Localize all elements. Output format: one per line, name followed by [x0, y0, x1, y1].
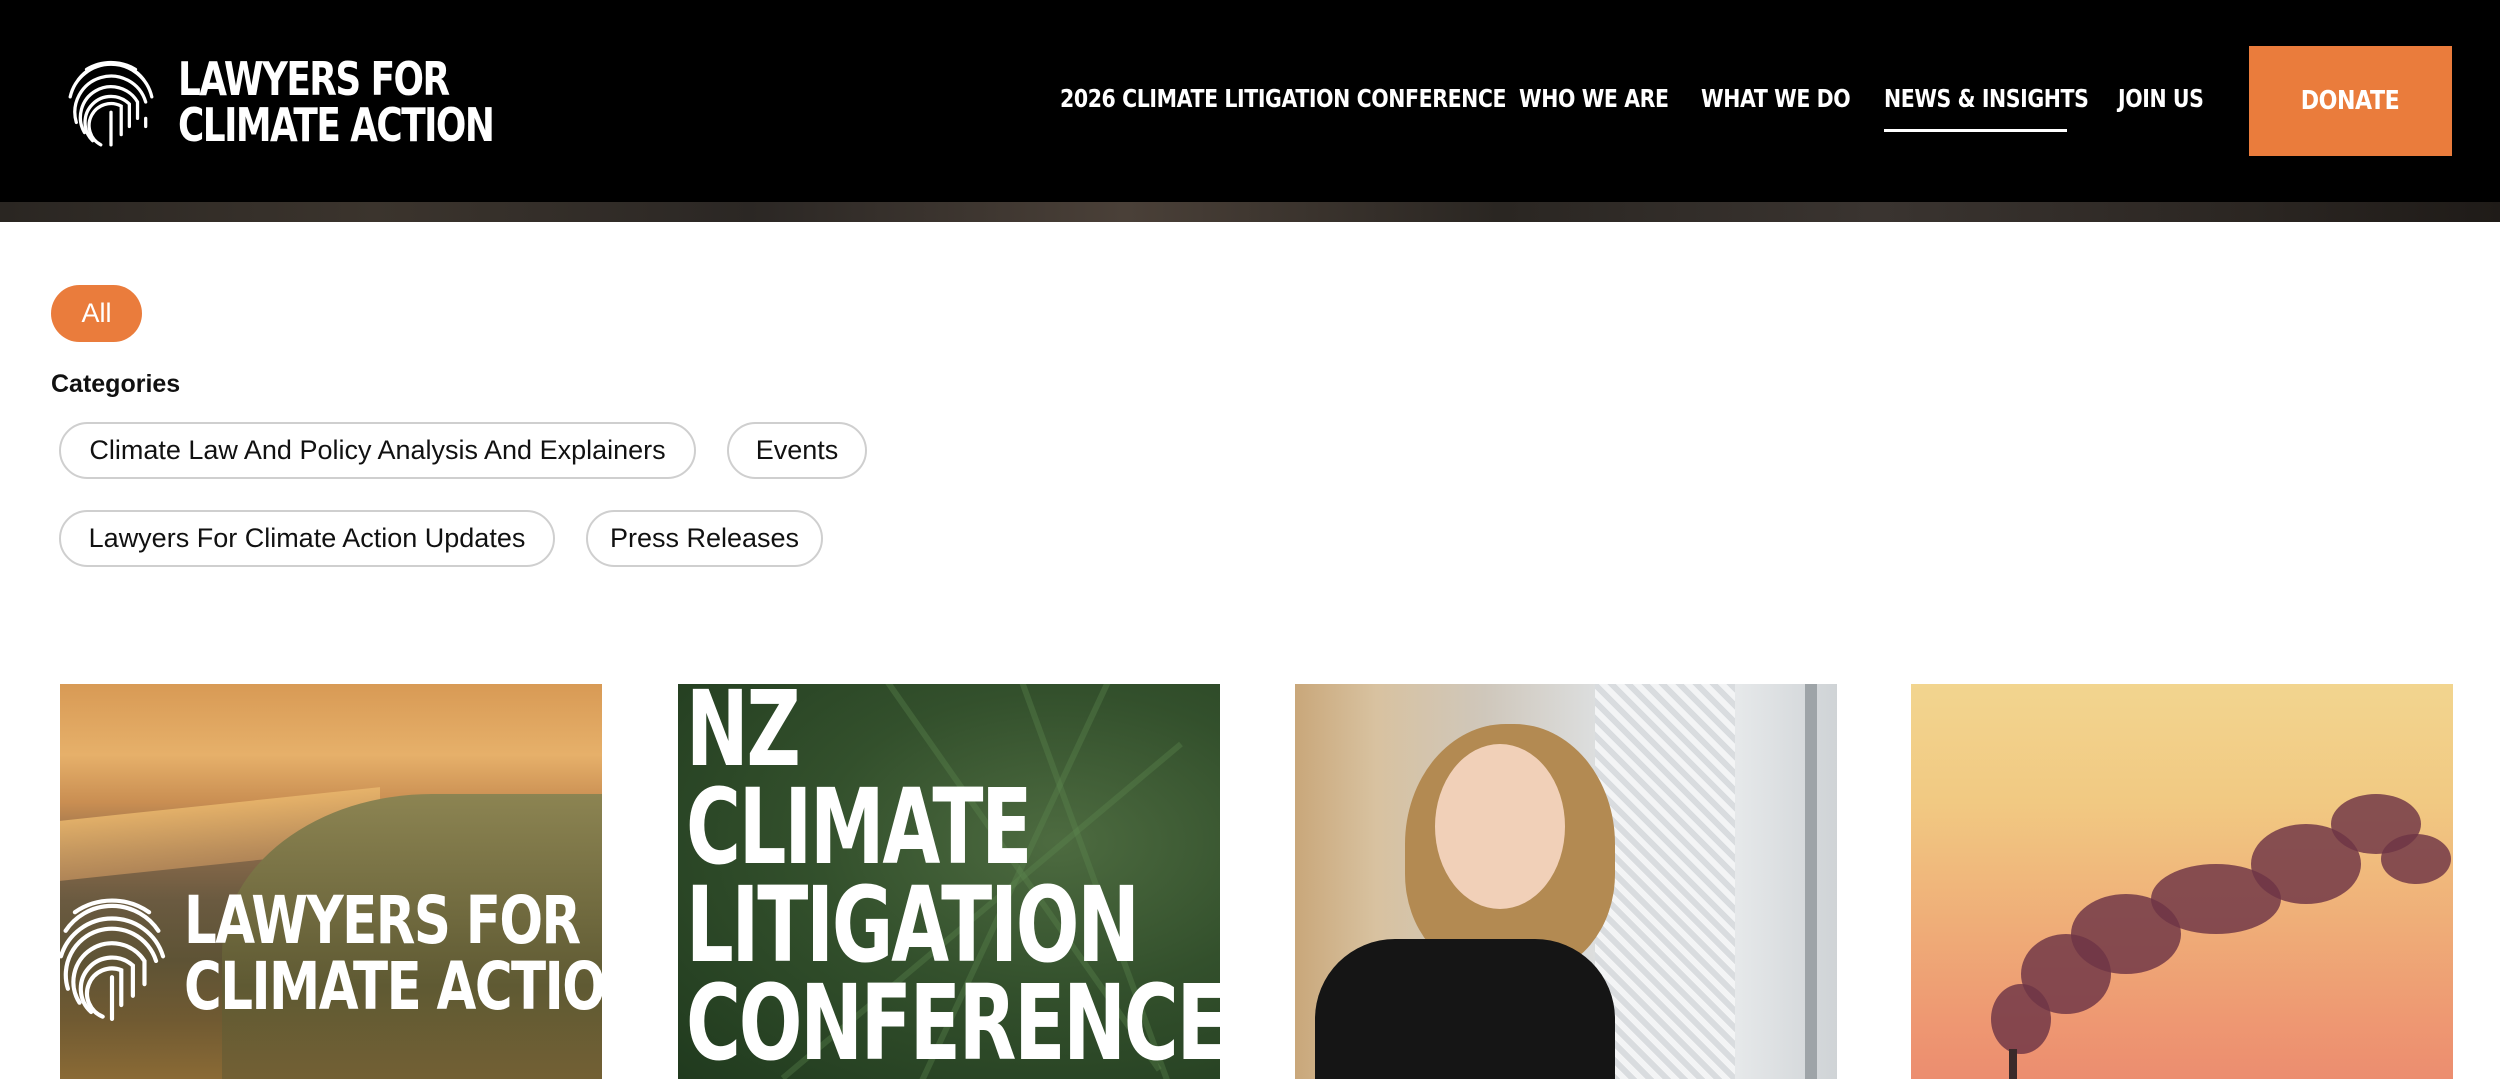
donate-label: DONATE — [2301, 86, 2400, 116]
nav-item-news-insights[interactable]: NEWS & INSIGHTS — [1884, 84, 2089, 114]
filter-chip-press-releases[interactable]: Press Releases — [586, 510, 823, 567]
nav-item-join-us[interactable]: JOIN US — [2118, 84, 2204, 114]
article-card-image[interactable] — [1911, 684, 2453, 1079]
portrait-face — [1435, 744, 1565, 909]
categories-heading: Categories — [51, 370, 181, 398]
hero-image-strip — [0, 202, 2500, 222]
article-card-image[interactable]: NZ CLIMATE LITIGATION CONFERENCE — [678, 684, 1220, 1079]
card-logo-text: LAWYERS FOR CLIMATE ACTIO — [184, 882, 602, 1025]
brand-name: LAWYERS FOR CLIMATE ACTION — [178, 52, 495, 152]
fingerprint-icon — [60, 898, 166, 1022]
pole — [1805, 684, 1817, 1079]
filter-all-button[interactable]: All — [51, 285, 142, 342]
nav-active-underline — [1884, 129, 2067, 132]
card-logo-overlay: LAWYERS FOR CLIMATE ACTIO — [60, 884, 602, 1024]
fingerprint-icon — [68, 60, 154, 147]
article-card-image[interactable]: LAWYERS FOR CLIMATE ACTIO — [60, 684, 602, 1079]
nav-item-what-we-do[interactable]: WHAT WE DO — [1701, 84, 1851, 114]
smokestack — [2009, 1049, 2017, 1079]
card-title-overlay: NZ CLIMATE LITIGATION CONFERENCE — [686, 684, 1220, 1079]
site-logo[interactable]: LAWYERS FOR CLIMATE ACTION — [60, 50, 500, 154]
donate-button[interactable]: DONATE — [2249, 46, 2452, 156]
nav-item-who-we-are[interactable]: WHO WE ARE — [1519, 84, 1669, 114]
filter-chip-lfca-updates[interactable]: Lawyers For Climate Action Updates — [59, 510, 555, 567]
site-header: LAWYERS FOR CLIMATE ACTION 2026 CLIMATE … — [0, 0, 2500, 202]
nav-item-conference[interactable]: 2026 CLIMATE LITIGATION CONFERENCE — [1060, 84, 1507, 114]
filter-chip-climate-law[interactable]: Climate Law And Policy Analysis And Expl… — [59, 422, 696, 479]
article-card-image[interactable] — [1295, 684, 1837, 1079]
smoke-puff — [2381, 834, 2451, 884]
perforated-panel — [1595, 684, 1735, 1079]
filter-chip-events[interactable]: Events — [727, 422, 867, 479]
portrait-jacket — [1315, 939, 1615, 1079]
